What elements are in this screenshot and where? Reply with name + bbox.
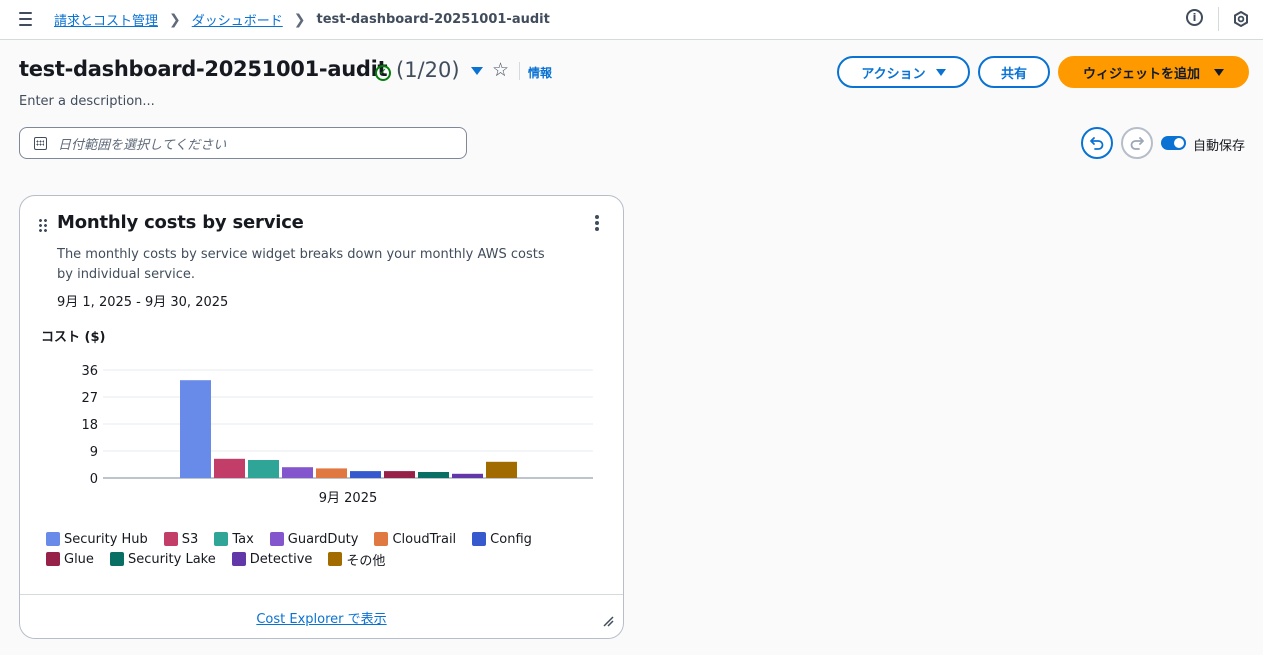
- caret-down-icon[interactable]: [471, 67, 483, 75]
- legend-item[interactable]: Security Lake: [109, 549, 216, 569]
- monthly-costs-widget: Monthly costs by service The monthly cos…: [19, 195, 624, 639]
- legend-label: Config: [490, 531, 532, 547]
- divider: [1218, 7, 1219, 31]
- x-tick-label: 9月 2025: [319, 491, 378, 506]
- breadcrumb-billing-link[interactable]: 請求とコスト管理: [54, 10, 158, 29]
- legend-label: S3: [181, 531, 199, 547]
- legend-swatch: [374, 532, 389, 546]
- legend-swatch: [214, 532, 229, 546]
- legend-label: Detective: [249, 551, 313, 567]
- star-icon[interactable]: ☆: [492, 59, 509, 81]
- breadcrumb: 請求とコスト管理 ❯ ダッシュボード ❯ test-dashboard-2025…: [54, 10, 550, 30]
- chevron-right-icon: ❯: [169, 11, 181, 28]
- top-navigation: 請求とコスト管理 ❯ ダッシュボード ❯ test-dashboard-2025…: [0, 0, 1263, 40]
- divider: [519, 62, 520, 80]
- y-tick-label: 27: [81, 391, 98, 406]
- y-axis-title: コスト ($): [41, 330, 106, 345]
- redo-icon: [1130, 137, 1144, 150]
- legend-swatch: [109, 552, 124, 566]
- legend-item[interactable]: Detective: [231, 549, 313, 569]
- bar-guardduty[interactable]: [282, 467, 313, 478]
- undo-icon: [1090, 137, 1104, 150]
- widget-footer: Cost Explorer で表示: [20, 594, 623, 639]
- legend-item[interactable]: Security Hub: [46, 529, 148, 549]
- drag-handle-icon[interactable]: [38, 218, 48, 232]
- legend-swatch: [328, 552, 343, 566]
- legend-swatch: [269, 532, 284, 546]
- legend-swatch: [46, 532, 60, 546]
- hexagon-settings-icon[interactable]: [1233, 11, 1249, 27]
- dashboard-description[interactable]: Enter a description...: [19, 94, 155, 109]
- y-tick-label: 18: [81, 418, 98, 433]
- legend-swatch: [472, 532, 487, 546]
- legend-label: その他: [346, 553, 386, 569]
- legend-label: Glue: [64, 551, 94, 567]
- bar-s3[interactable]: [214, 458, 245, 478]
- y-tick-label: 0: [90, 472, 98, 487]
- date-range-placeholder: 日付範囲を選択してください: [58, 137, 227, 153]
- breadcrumb-current: test-dashboard-20251001-audit: [316, 12, 550, 27]
- legend-item[interactable]: CloudTrail: [374, 529, 456, 549]
- actions-button[interactable]: アクション: [837, 56, 970, 88]
- check-circle-icon: ✓: [375, 65, 391, 81]
- share-button-label: 共有: [1000, 66, 1027, 82]
- chevron-right-icon: ❯: [293, 11, 306, 28]
- legend-item[interactable]: その他: [328, 549, 385, 569]
- bar-その他[interactable]: [486, 461, 517, 478]
- legend-row: Glue Security Lake Detective その他: [46, 549, 606, 569]
- undo-button[interactable]: [1081, 127, 1113, 159]
- bar-detective[interactable]: [452, 473, 483, 478]
- cost-explorer-link[interactable]: Cost Explorer で表示: [20, 608, 623, 627]
- y-tick-label: 36: [81, 364, 98, 379]
- legend-label: Security Hub: [64, 531, 148, 547]
- bar-glue[interactable]: [384, 471, 415, 478]
- resize-handle-icon[interactable]: [602, 615, 614, 627]
- bar-security-lake[interactable]: [418, 472, 449, 478]
- autosave-toggle[interactable]: [1161, 136, 1186, 150]
- add-widget-button[interactable]: ウィジェットを追加: [1058, 56, 1249, 88]
- autosave-label: 自動保存: [1193, 139, 1246, 154]
- legend-row: Security Hub S3 Tax GuardDuty CloudTrail Conf…: [46, 529, 606, 549]
- dashboard-count: (1/20): [396, 58, 460, 82]
- legend-label: Tax: [232, 531, 254, 547]
- cost-bar-chart: 0 9 18 27 36 9月 2025: [81, 364, 593, 506]
- bar-security-hub[interactable]: [180, 380, 211, 478]
- legend-item[interactable]: Tax: [214, 529, 254, 549]
- date-range-input[interactable]: 日付範囲を選択してください: [19, 127, 467, 159]
- add-widget-button-label: ウィジェットを追加: [1082, 66, 1200, 82]
- legend-label: Security Lake: [127, 551, 216, 567]
- info-link[interactable]: 情報: [528, 64, 552, 81]
- widget-description: The monthly costs by service widget brea…: [57, 247, 545, 282]
- y-tick-label: 9: [90, 445, 98, 460]
- legend-label: GuardDuty: [287, 531, 359, 547]
- info-icon[interactable]: i: [1186, 9, 1203, 26]
- share-button[interactable]: 共有: [978, 56, 1050, 88]
- bar-config[interactable]: [350, 471, 381, 478]
- legend-swatch: [163, 532, 178, 546]
- bar-tax[interactable]: [248, 460, 279, 478]
- more-options-icon[interactable]: [592, 215, 602, 233]
- legend-item[interactable]: GuardDuty: [269, 529, 359, 549]
- actions-button-label: アクション: [861, 66, 926, 82]
- calendar-icon: [34, 136, 47, 150]
- bar-cloudtrail[interactable]: [316, 468, 347, 478]
- legend-item[interactable]: S3: [163, 529, 199, 549]
- legend-swatch: [231, 552, 246, 566]
- menu-icon[interactable]: [16, 10, 36, 28]
- caret-down-icon: [935, 68, 946, 76]
- chart-legend: Security Hub S3 Tax GuardDuty CloudTrail Conf…: [46, 529, 606, 569]
- widget-title: Monthly costs by service: [57, 212, 304, 233]
- legend-label: CloudTrail: [392, 531, 457, 547]
- caret-down-icon: [1214, 68, 1224, 76]
- widget-date-range: 9月 1, 2025 - 9月 30, 2025: [57, 295, 229, 310]
- redo-button[interactable]: [1121, 127, 1153, 159]
- breadcrumb-dashboards-link[interactable]: ダッシュボード: [192, 10, 283, 29]
- page-title: test-dashboard-20251001-audit: [19, 57, 388, 81]
- legend-swatch: [46, 552, 60, 566]
- legend-item[interactable]: Glue: [46, 549, 94, 569]
- legend-item[interactable]: Config: [472, 529, 532, 549]
